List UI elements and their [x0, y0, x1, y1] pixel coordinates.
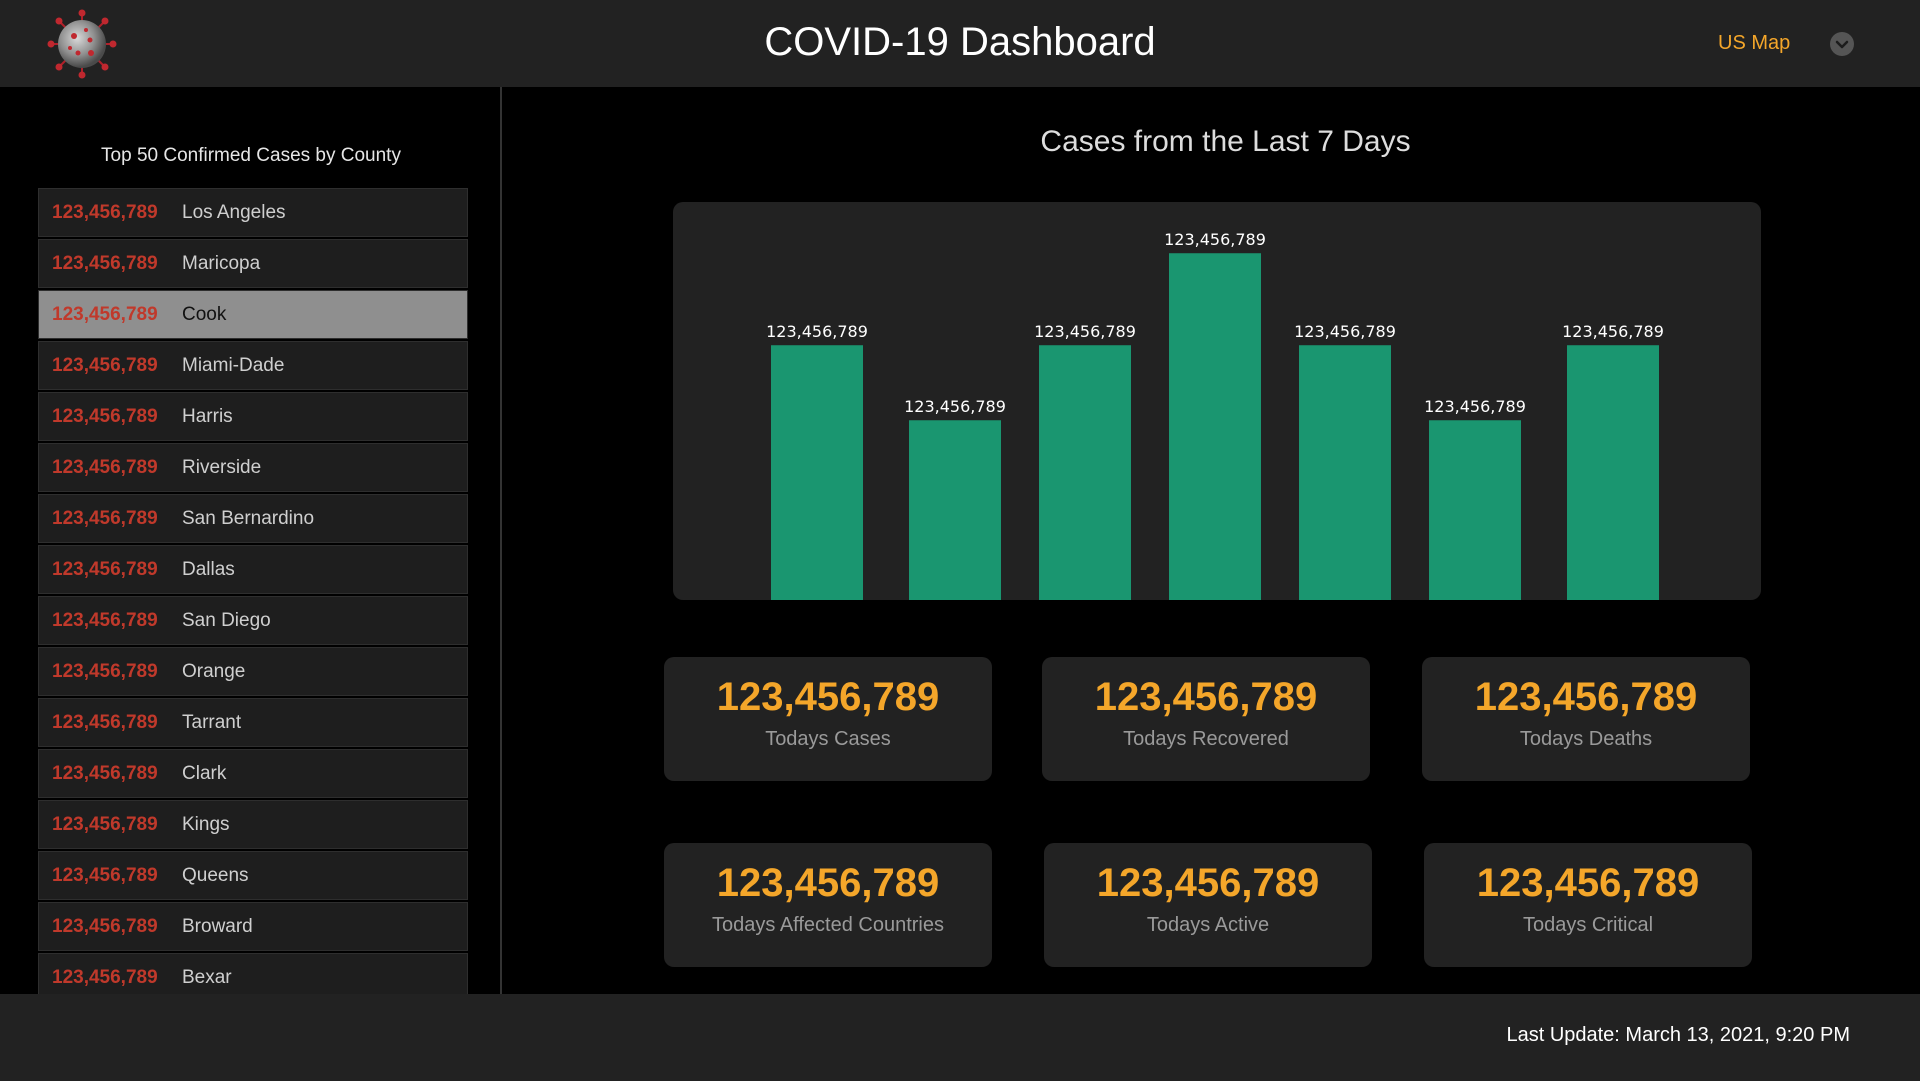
- county-row[interactable]: 123,456,789 San Diego: [38, 596, 468, 645]
- county-row[interactable]: 123,456,789 Clark: [38, 749, 468, 798]
- county-count: 123,456,789: [52, 303, 158, 325]
- county-name: Kings: [182, 813, 230, 835]
- stat-value: 123,456,789: [1096, 861, 1320, 905]
- county-name: Los Angeles: [182, 201, 286, 223]
- us-map-link[interactable]: US Map: [1718, 32, 1790, 55]
- stat-card-todays-deaths: 123,456,789 Todays Deaths: [1422, 657, 1750, 781]
- county-row[interactable]: 123,456,789 Maricopa: [38, 239, 468, 288]
- stat-label: Todays Active: [1146, 914, 1270, 936]
- stat-label: Todays Affected Countries: [712, 914, 944, 936]
- county-row[interactable]: 123,456,789 Kings: [38, 800, 468, 849]
- county-name: Clark: [182, 762, 227, 784]
- county-row[interactable]: 123,456,789 Riverside: [38, 443, 468, 492]
- county-count: 123,456,789: [52, 813, 158, 835]
- stat-label: Todays Critical: [1522, 914, 1654, 936]
- county-name: Dallas: [182, 558, 235, 580]
- stat-value: 123,456,789: [1474, 675, 1698, 719]
- sidebar-title: Top 50 Confirmed Cases by County: [101, 145, 401, 166]
- chart-bar: [1299, 345, 1391, 600]
- county-count: 123,456,789: [52, 456, 158, 478]
- chart-bar: [1567, 345, 1659, 600]
- county-name: Bexar: [182, 966, 232, 988]
- sidebar: Top 50 Confirmed Cases by County 123,456…: [0, 87, 502, 994]
- chart-bar: [1429, 420, 1521, 600]
- county-count: 123,456,789: [52, 252, 158, 274]
- county-name: Maricopa: [182, 252, 261, 274]
- county-name: Orange: [182, 660, 246, 682]
- county-count: 123,456,789: [52, 558, 158, 580]
- county-count: 123,456,789: [52, 201, 158, 223]
- bar-data-label: 123,456,789: [904, 397, 1006, 416]
- county-row[interactable]: 123,456,789 Bexar: [38, 953, 468, 994]
- chart-bar: [1169, 253, 1261, 600]
- stat-value: 123,456,789: [1476, 861, 1700, 905]
- footer: Last Update: March 13, 2021, 9:20 PM: [0, 994, 1920, 1081]
- county-name: Harris: [182, 405, 233, 427]
- stat-label: Todays Recovered: [1123, 728, 1289, 750]
- stat-value: 123,456,789: [1094, 675, 1318, 719]
- county-row[interactable]: 123,456,789 Los Angeles: [38, 188, 468, 237]
- main-content: Cases from the Last 7 Days 123,456,789 12…: [504, 87, 1920, 994]
- county-count: 123,456,789: [52, 915, 158, 937]
- bar-data-label: 123,456,789: [1294, 322, 1396, 341]
- chart-bar: [909, 420, 1001, 600]
- county-row[interactable]: 123,456,789 Miami-Dade: [38, 341, 468, 390]
- county-row[interactable]: 123,456,789 Cook: [38, 290, 468, 339]
- county-count: 123,456,789: [52, 711, 158, 733]
- chart-title: Cases from the Last 7 Days: [1040, 125, 1411, 158]
- bar-data-label: 123,456,789: [1562, 322, 1664, 341]
- stat-card-todays-cases: 123,456,789 Todays Cases: [664, 657, 992, 781]
- chevron-down-icon[interactable]: [1830, 32, 1854, 56]
- last-update: Last Update: March 13, 2021, 9:20 PM: [1506, 1024, 1850, 1046]
- county-count: 123,456,789: [52, 762, 158, 784]
- stat-label: Todays Cases: [765, 728, 891, 750]
- county-name: Miami-Dade: [182, 354, 285, 376]
- county-row[interactable]: 123,456,789 San Bernardino: [38, 494, 468, 543]
- county-row[interactable]: 123,456,789 Queens: [38, 851, 468, 900]
- county-count: 123,456,789: [52, 609, 158, 631]
- county-name: Cook: [182, 303, 227, 325]
- bar-data-label: 123,456,789: [1424, 397, 1526, 416]
- county-name: Queens: [182, 864, 249, 886]
- page-title: COVID-19 Dashboard: [764, 20, 1156, 64]
- county-name: Broward: [182, 915, 253, 937]
- county-list[interactable]: 123,456,789 Los Angeles 123,456,789 Maricop…: [38, 188, 468, 994]
- chart-bar: [1039, 345, 1131, 600]
- county-count: 123,456,789: [52, 660, 158, 682]
- stat-card-todays-recovered: 123,456,789 Todays Recovered: [1042, 657, 1370, 781]
- county-count: 123,456,789: [52, 507, 158, 529]
- county-row[interactable]: 123,456,789 Broward: [38, 902, 468, 951]
- chart-panel: 123,456,789 123,456,789 123,456,789 123,456…: [673, 202, 1761, 600]
- bar-data-label: 123,456,789: [1034, 322, 1136, 341]
- stat-card-todays-critical: 123,456,789 Todays Critical: [1424, 843, 1752, 967]
- chart-bar: [771, 345, 863, 600]
- stat-value: 123,456,789: [716, 675, 940, 719]
- bar-data-label: 123,456,789: [1164, 230, 1266, 249]
- county-count: 123,456,789: [52, 864, 158, 886]
- stat-card-todays-affected-countries: 123,456,789 Todays Affected Countries: [664, 843, 992, 967]
- county-count: 123,456,789: [52, 354, 158, 376]
- bar-chart: 123,456,789 123,456,789 123,456,789 123,456…: [766, 230, 1664, 600]
- county-row[interactable]: 123,456,789 Orange: [38, 647, 468, 696]
- county-count: 123,456,789: [52, 405, 158, 427]
- bar-data-label: 123,456,789: [766, 322, 868, 341]
- stat-card-todays-active: 123,456,789 Todays Active: [1044, 843, 1372, 967]
- header: COVID-19 Dashboard US Map: [0, 0, 1920, 87]
- stat-value: 123,456,789: [716, 861, 940, 905]
- county-name: Tarrant: [182, 711, 242, 733]
- county-row[interactable]: 123,456,789 Tarrant: [38, 698, 468, 747]
- county-name: San Bernardino: [182, 507, 315, 529]
- county-count: 123,456,789: [52, 966, 158, 988]
- county-row[interactable]: 123,456,789 Dallas: [38, 545, 468, 594]
- county-name: Riverside: [182, 456, 262, 478]
- stat-label: Todays Deaths: [1519, 728, 1653, 750]
- county-row[interactable]: 123,456,789 Harris: [38, 392, 468, 441]
- county-name: San Diego: [182, 609, 271, 631]
